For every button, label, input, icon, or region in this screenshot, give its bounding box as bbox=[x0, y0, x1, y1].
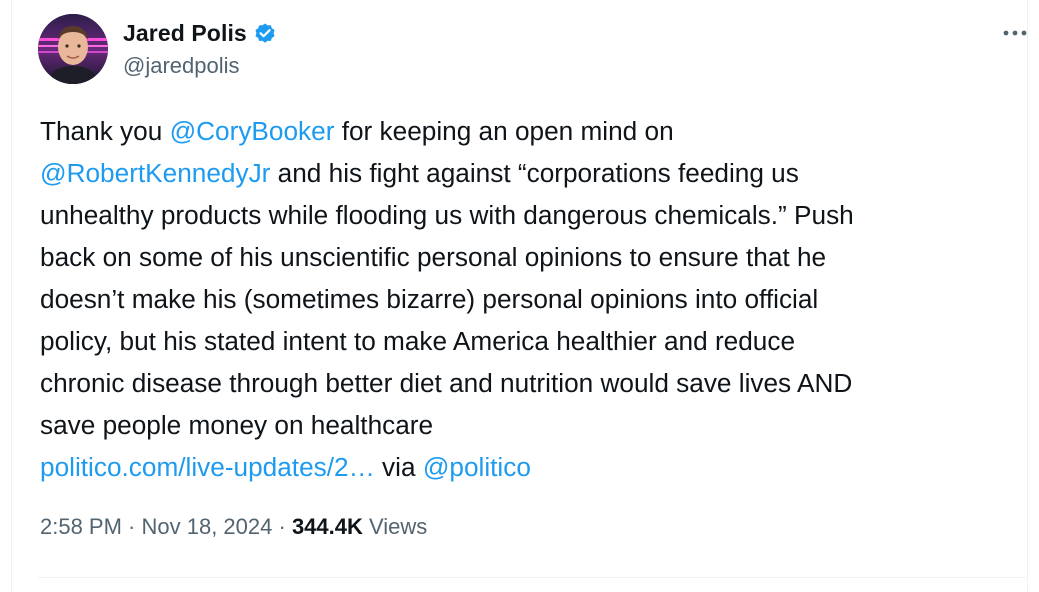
tweet-meta: 2:58 PM · Nov 18, 2024 · 344.4K Views bbox=[40, 514, 427, 540]
tweet-text-segment: for keeping an open mind on bbox=[341, 116, 674, 146]
tweet-time[interactable]: 2:58 PM bbox=[40, 514, 122, 540]
url-link[interactable]: politico.com/live-updates/2… bbox=[40, 452, 375, 482]
meta-separator: · bbox=[121, 514, 142, 539]
avatar-image bbox=[38, 14, 108, 84]
more-options-icon bbox=[1003, 30, 1027, 36]
more-options-button[interactable] bbox=[998, 18, 1032, 48]
mention-link[interactable]: @RobertKennedyJr bbox=[40, 158, 270, 188]
divider bbox=[38, 577, 1028, 578]
mention-link[interactable]: @politico bbox=[423, 452, 531, 482]
tweet-card: Jared Polis @jaredpolis Thank you @CoryB… bbox=[0, 0, 1039, 592]
verified-badge-icon[interactable] bbox=[253, 21, 277, 45]
meta-separator: · bbox=[272, 514, 292, 539]
tweet-text-segment: and his fight against “corporations feed… bbox=[40, 158, 854, 440]
author-name-row: Jared Polis bbox=[123, 17, 277, 49]
right-border bbox=[1027, 0, 1028, 592]
tweet-text-segment: via bbox=[374, 452, 423, 482]
mention-link[interactable]: @CoryBooker bbox=[170, 116, 335, 146]
author-handle[interactable]: @jaredpolis bbox=[123, 53, 240, 79]
avatar[interactable] bbox=[38, 14, 108, 84]
author-display-name[interactable]: Jared Polis bbox=[123, 20, 247, 47]
views-count[interactable]: 344.4K bbox=[292, 514, 363, 540]
tweet-text-segment: Thank you bbox=[40, 116, 170, 146]
tweet-text: Thank you @CoryBooker for keeping an ope… bbox=[40, 110, 1015, 488]
left-border bbox=[11, 0, 12, 592]
views-label: Views bbox=[362, 514, 428, 539]
tweet-date[interactable]: Nov 18, 2024 bbox=[142, 514, 273, 540]
